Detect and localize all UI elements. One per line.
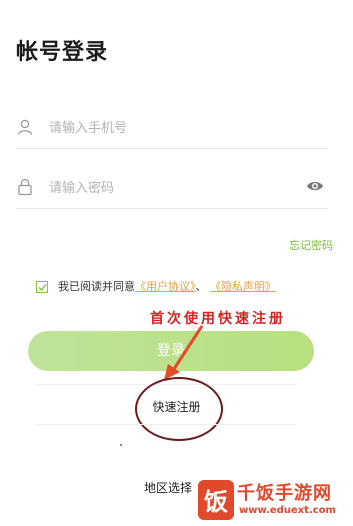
agreement-separator: 、 <box>195 280 207 293</box>
phone-input[interactable] <box>49 114 289 142</box>
watermark-url: www.eduext.com <box>239 505 336 516</box>
eye-icon[interactable] <box>306 179 324 193</box>
watermark-name: 千饭手游网 <box>237 483 332 504</box>
user-agreement-link[interactable]: 《用户协议》 <box>135 280 196 293</box>
page-title: 帐号登录 <box>16 40 109 65</box>
check-icon <box>38 284 47 292</box>
watermark-logo: 饭 千饭手游网 www.eduext.com <box>197 475 353 526</box>
divider <box>36 424 296 425</box>
dot-mark <box>120 444 122 446</box>
agreement-prefix: 我已阅读并同意 <box>58 280 135 293</box>
password-field[interactable] <box>16 168 328 209</box>
password-input[interactable] <box>49 174 289 202</box>
highlight-circle <box>135 377 223 441</box>
phone-field[interactable] <box>16 108 328 149</box>
watermark-icon: 饭 <box>198 480 234 520</box>
lock-icon <box>18 178 32 196</box>
privacy-link[interactable]: 《隐私声明》 <box>210 280 276 293</box>
annotation-text: 首次使用快速注册 <box>150 311 286 327</box>
arrow-annotation <box>164 325 204 380</box>
agreement-checkbox[interactable] <box>36 281 48 293</box>
region-select[interactable]: 地区选择 <box>144 479 192 496</box>
watermark-glyph: 饭 <box>204 488 228 516</box>
forgot-password-link[interactable]: 忘记密码 <box>289 237 333 253</box>
agreement-text: 我已阅读并同意《用户协议》、 《隐私声明》 <box>58 277 308 296</box>
user-icon <box>17 119 33 135</box>
